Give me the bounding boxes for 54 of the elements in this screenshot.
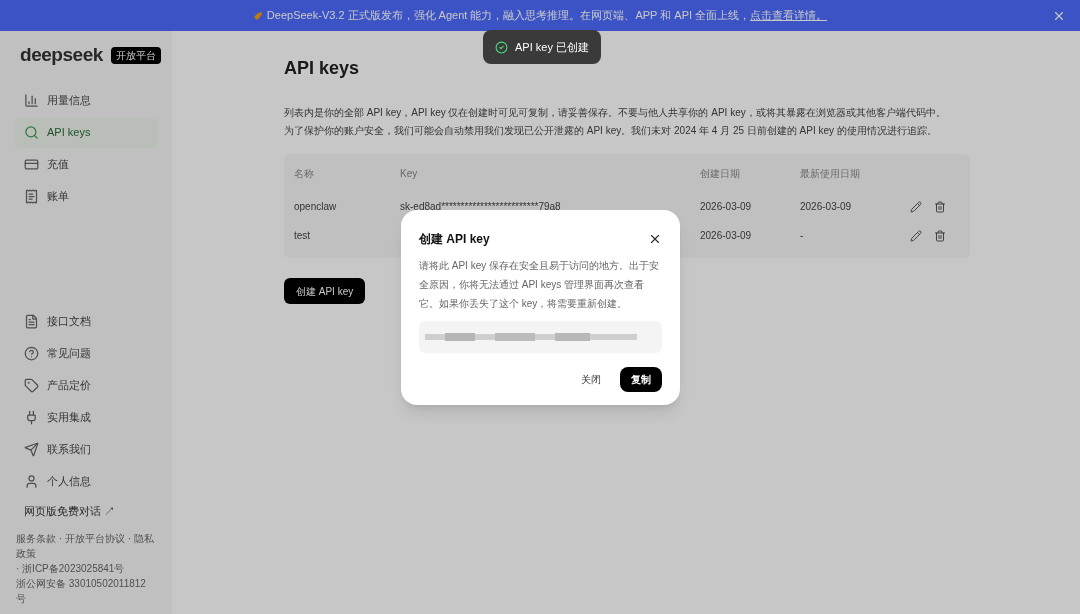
- delete-icon[interactable]: [934, 200, 946, 213]
- sidebar-item[interactable]: 接口文档: [14, 306, 158, 337]
- close-icon[interactable]: [648, 232, 662, 246]
- banner-text: DeepSeek-V3.2 正式版发布，强化 Agent 能力，融入思考推理。在网页端、APP 和 API 全面上线，: [266, 8, 751, 24]
- table-cell-text: 2026-03-09: [700, 229, 753, 243]
- table-cell-text: 2026-03-09: [800, 200, 853, 214]
- table-cell-text: openclaw: [294, 200, 338, 214]
- footer-text: 浙公网安备 33010502011812 号: [15, 577, 147, 606]
- receipt-icon: [24, 189, 39, 204]
- description-text: 列表内是你的全部 API key，API key 仅在创建时可见可复制，请妥善保存。不要与他人共享你的 API key，或将其暴露在浏览器或其他客户端代码中。: [284, 106, 947, 120]
- table-cell-text: -: [800, 229, 805, 243]
- description-text: 为了保护你的账户安全，我们可能会自动禁用我们发现已公开泄露的 API key。我们未对 2024 年 4 月 25 日前创建的 API key 的使用情况进行追踪。: [284, 124, 938, 138]
- create-key-button[interactable]: 创建 API key: [284, 278, 366, 304]
- sidebar-item[interactable]: 用量信息: [14, 85, 158, 116]
- sidebar-item[interactable]: 常见问题: [14, 338, 158, 369]
- bar-chart-icon: [24, 93, 39, 108]
- edit-icon[interactable]: [910, 200, 922, 213]
- column-header: 名称: [294, 166, 315, 181]
- edit-icon[interactable]: [910, 229, 922, 242]
- user-icon: [24, 474, 39, 489]
- tag-icon: [24, 378, 39, 393]
- copy-button[interactable]: 复制: [620, 367, 662, 392]
- table-cell-text: test: [294, 229, 312, 243]
- footer-text: 服务条款 · 开放平台协议 · 隐私政策: [15, 532, 155, 561]
- logo: deepseek: [20, 43, 103, 67]
- delete-icon[interactable]: [934, 229, 946, 242]
- check-icon: [495, 40, 508, 54]
- sidebar-item[interactable]: 联系我们: [14, 434, 158, 465]
- dialog-body: 请将此 API key 保存在安全且易于访问的地方。出于安全原因，你将无法通过 API keys 管理界面再次查看它。如果你丢失了这个 key，将需要重新创建。: [419, 259, 660, 311]
- page-title: API keys: [284, 57, 361, 80]
- sidebar-item[interactable]: 个人信息: [14, 466, 158, 497]
- plug-icon: [24, 410, 39, 425]
- column-header: 最新使用日期: [800, 166, 861, 181]
- sidebar-item[interactable]: 实用集成: [14, 402, 158, 433]
- banner-link[interactable]: 点击查看详情。: [750, 7, 828, 24]
- search-icon: [24, 125, 39, 140]
- toast-text: API key 已创建: [515, 39, 589, 55]
- chat-link[interactable]: 网页版免费对话 ↗: [14, 502, 158, 519]
- dialog-title: 创建 API key: [419, 231, 490, 248]
- sidebar-item[interactable]: API keys: [14, 117, 158, 148]
- sidebar-item[interactable]: 账单: [14, 181, 158, 212]
- document-icon: [24, 314, 39, 329]
- column-header: Key: [400, 166, 419, 181]
- help-icon: [24, 346, 39, 361]
- footer-text: · 浙ICP备2023025841号: [15, 562, 126, 576]
- sidebar-item[interactable]: 充值: [14, 149, 158, 180]
- table-cell: sk-ed8ad*************************79a8: [400, 201, 561, 212]
- table-cell-text: 2026-03-09: [700, 200, 753, 214]
- card-icon: [24, 157, 39, 172]
- close-button[interactable]: 关闭: [570, 367, 612, 392]
- column-header: 创建日期: [700, 166, 741, 181]
- sidebar-item[interactable]: 产品定价: [14, 370, 158, 401]
- send-icon: [24, 442, 39, 457]
- platform-badge: 开放平台: [110, 46, 161, 64]
